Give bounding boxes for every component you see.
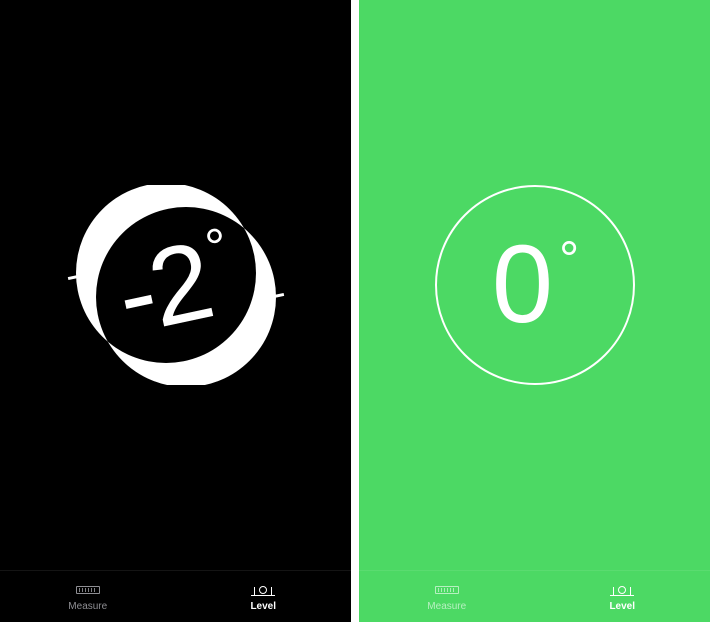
- level-surface[interactable]: -2°: [0, 0, 351, 570]
- degree-symbol: °: [559, 234, 577, 284]
- tab-label: Measure: [68, 601, 107, 612]
- bubble-indicator: -2°: [76, 185, 276, 385]
- bubble-graphic: [76, 185, 276, 385]
- tab-measure[interactable]: Measure: [0, 571, 176, 622]
- angle-value: 0: [492, 230, 551, 340]
- ruler-icon: [434, 582, 460, 598]
- level-icon: [250, 582, 276, 598]
- tab-bar: Measure Level: [359, 570, 710, 622]
- level-surface[interactable]: 0°: [359, 0, 710, 570]
- level-icon: [609, 582, 635, 598]
- tab-label: Level: [609, 601, 635, 612]
- tab-label: Level: [250, 601, 276, 612]
- tab-level[interactable]: Level: [176, 571, 352, 622]
- screenshot-divider: [351, 0, 359, 622]
- angle-readout: 0°: [492, 230, 577, 340]
- screen-unlevel: -2° Measure Level: [0, 0, 351, 622]
- screen-level: 0° Measure Level: [359, 0, 710, 622]
- tab-label: Measure: [427, 601, 466, 612]
- bubble-indicator: 0°: [435, 185, 635, 385]
- ruler-icon: [75, 582, 101, 598]
- tab-level[interactable]: Level: [535, 571, 710, 622]
- tab-bar: Measure Level: [0, 570, 351, 622]
- tab-measure[interactable]: Measure: [359, 571, 535, 622]
